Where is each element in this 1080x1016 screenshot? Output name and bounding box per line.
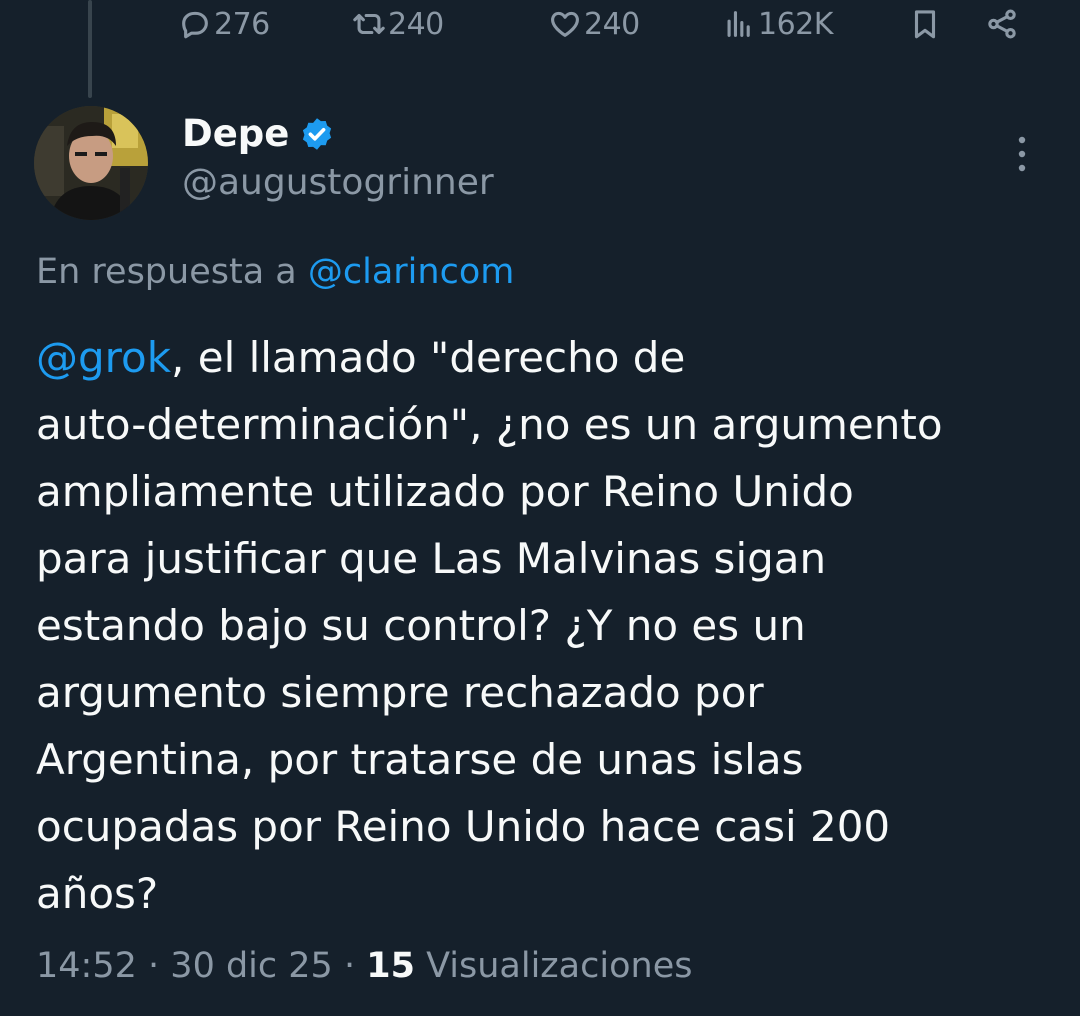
like-count: 240	[584, 6, 640, 42]
reply-button[interactable]: 276	[178, 4, 270, 44]
reply-target-link[interactable]: @clarincom	[308, 252, 514, 292]
tweet-text: @grok, el llamado "derecho de auto-deter…	[36, 324, 1046, 927]
retweet-icon	[353, 13, 385, 35]
reply-context-prefix: En respuesta a	[36, 252, 297, 292]
author-name-row[interactable]: Depe	[182, 112, 335, 155]
tweet-line: estando bajo su control? ¿Y no es un	[36, 601, 806, 650]
views-button[interactable]: 162K	[722, 4, 833, 44]
reply-count: 276	[214, 6, 270, 42]
analytics-icon	[727, 11, 750, 37]
tweet-metadata: 14:52 · 30 dic 25 · 15 Visualizaciones	[36, 946, 692, 986]
tweet-line: Argentina, por tratarse de unas islas	[36, 735, 804, 784]
reply-icon	[182, 11, 208, 39]
bookmark-icon	[914, 10, 936, 39]
meta-separator: ·	[148, 946, 160, 986]
reply-context: En respuesta a @clarincom	[36, 252, 514, 292]
retweet-button[interactable]: 240	[352, 4, 444, 44]
tweet-line: para justificar que Las Malvinas sigan	[36, 534, 827, 583]
tweet-line-text: , el llamado "derecho de	[171, 333, 686, 382]
tweet-date[interactable]: 30 dic 25	[170, 946, 333, 986]
tweet-line: ocupadas por Reino Unido hace casi 200	[36, 802, 891, 851]
views-number: 15	[366, 946, 415, 986]
tweet-line: años?	[36, 869, 159, 918]
retweet-count: 240	[388, 6, 444, 42]
mention-link[interactable]: @grok	[36, 333, 171, 382]
tweet-line: argumento siempre rechazado por	[36, 668, 764, 717]
tweet-time[interactable]: 14:52	[36, 946, 137, 986]
avatar-photo	[34, 106, 148, 220]
views-label: Visualizaciones	[426, 946, 693, 986]
tweet-line: ampliamente utilizado por Reino Unido	[36, 467, 854, 516]
more-options-icon[interactable]	[1006, 134, 1038, 174]
avatar[interactable]	[34, 106, 148, 220]
previous-tweet-action-bar: 276 240 240 162K	[0, 0, 1080, 50]
bookmark-button[interactable]	[908, 4, 942, 44]
tweet-line: @grok, el llamado "derecho de	[36, 324, 1046, 391]
share-button[interactable]	[985, 4, 1019, 44]
author-handle[interactable]: @augustogrinner	[182, 162, 494, 203]
view-count: 162K	[758, 6, 833, 42]
like-button[interactable]: 240	[548, 4, 640, 44]
tweet-line: auto-determinación", ¿no es un argumento	[36, 400, 943, 449]
author-name: Depe	[182, 112, 290, 155]
verified-badge-icon	[303, 117, 332, 150]
heart-icon	[551, 11, 579, 37]
share-icon	[988, 9, 1016, 39]
meta-separator: ·	[343, 946, 356, 986]
